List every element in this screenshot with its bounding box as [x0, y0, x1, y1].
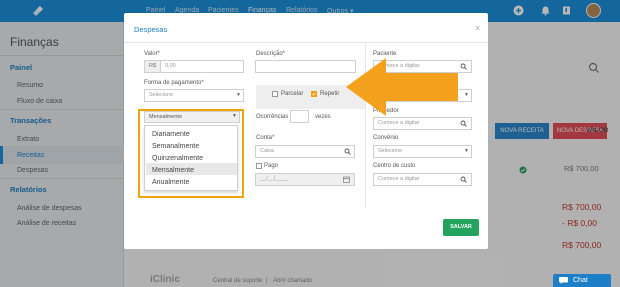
fornecedor-input[interactable]: Comece a digitar: [373, 117, 472, 130]
repetir-label: Repetir: [320, 91, 340, 97]
repetir-checkbox[interactable]: [311, 91, 317, 97]
centro-custo-input[interactable]: Comece a digitar: [373, 173, 472, 186]
salvar-button[interactable]: SALVAR: [443, 219, 479, 236]
conta-label: Conta*: [256, 135, 275, 141]
search-icon[interactable]: [344, 148, 351, 155]
search-icon[interactable]: [460, 63, 467, 70]
currency-prefix: R$: [144, 60, 161, 73]
annotation-arrow-icon: [346, 58, 458, 116]
chevron-down-icon: ▼: [464, 148, 469, 154]
option-mensalmente[interactable]: Mensalmente: [152, 167, 194, 174]
close-icon[interactable]: ×: [475, 23, 480, 33]
pago-checkbox[interactable]: [256, 163, 262, 169]
parcelar-checkbox[interactable]: [272, 91, 278, 97]
modal-title: Despesas: [134, 25, 168, 34]
search-icon[interactable]: [460, 176, 467, 183]
forma-pagamento-select[interactable]: Selecione: [144, 89, 244, 102]
chevron-down-icon: ▼: [232, 113, 237, 119]
convenio-select[interactable]: Selecione: [373, 145, 472, 158]
chat-button[interactable]: Chat: [553, 274, 611, 287]
ocorrencias-label: Ocorrências: [256, 114, 289, 120]
parcelar-label: Parcelar: [281, 91, 304, 97]
vezes-label: vezes: [315, 114, 331, 120]
convenio-label: Convênio: [373, 135, 399, 141]
calendar-icon[interactable]: [343, 176, 350, 183]
paciente-label: Paciente: [373, 51, 397, 57]
centro-custo-label: Centro de custo: [373, 163, 416, 169]
frequencia-select[interactable]: Mensalmente: [144, 111, 240, 123]
frequencia-options-list: Diariamente Semanalmente Quinzenalmente …: [144, 125, 238, 191]
data-pagamento-input[interactable]: __/__/____: [255, 173, 355, 186]
conta-input[interactable]: Caixa: [255, 145, 355, 158]
chevron-down-icon: ▼: [236, 92, 241, 98]
option-quinzenalmente[interactable]: Quinzenalmente: [152, 155, 203, 162]
chat-bubble-icon: [559, 277, 568, 284]
search-icon[interactable]: [460, 120, 467, 127]
chat-label: Chat: [573, 277, 588, 284]
option-semanalmente[interactable]: Semanalmente: [152, 143, 199, 150]
ocorrencias-input[interactable]: [290, 110, 309, 123]
valor-label: Valor*: [144, 51, 160, 57]
valor-input[interactable]: 0,00: [160, 60, 244, 73]
descricao-input[interactable]: [255, 60, 356, 73]
check-icon: [312, 92, 316, 96]
pago-label: Pago: [264, 163, 279, 169]
chevron-down-icon: ▼: [464, 92, 469, 98]
forma-pagamento-label: Forma de pagamento*: [144, 80, 204, 86]
option-anualmente[interactable]: Anualmente: [152, 179, 189, 186]
descricao-label: Descrição*: [256, 51, 286, 57]
despesas-modal: Despesas × Valor* R$ 0,00 Forma de pagam…: [124, 13, 488, 249]
modal-header-divider: [124, 42, 488, 43]
option-diariamente[interactable]: Diariamente: [152, 131, 190, 138]
